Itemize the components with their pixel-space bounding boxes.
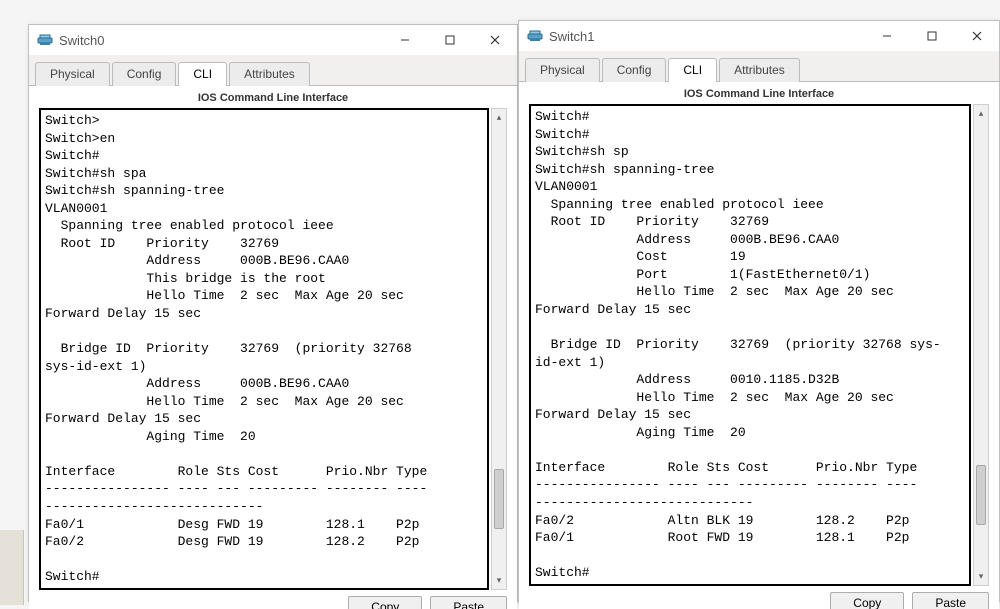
tabs-row: Physical Config CLI Attributes: [519, 51, 999, 82]
scroll-down-icon[interactable]: ▾: [974, 569, 988, 585]
maximize-button[interactable]: [909, 21, 954, 51]
titlebar[interactable]: Switch0: [29, 25, 517, 55]
scroll-thumb[interactable]: [976, 465, 986, 525]
maximize-button[interactable]: [427, 25, 472, 55]
tab-physical[interactable]: Physical: [35, 62, 110, 86]
window-switch0: Switch0 Physical Config CLI Attributes I…: [28, 24, 518, 602]
paste-button[interactable]: Paste: [912, 592, 989, 609]
scroll-up-icon[interactable]: ▴: [974, 105, 988, 121]
scroll-up-icon[interactable]: ▴: [492, 109, 506, 125]
terminal-scrollbar[interactable]: ▴ ▾: [973, 104, 989, 586]
cli-terminal[interactable]: Switch# Switch# Switch#sh sp Switch#sh s…: [529, 104, 971, 586]
tab-cli[interactable]: CLI: [178, 62, 227, 86]
close-button[interactable]: [472, 25, 517, 55]
tab-physical[interactable]: Physical: [525, 58, 600, 82]
minimize-button[interactable]: [864, 21, 909, 51]
scroll-thumb[interactable]: [494, 469, 504, 529]
minimize-button[interactable]: [382, 25, 427, 55]
tab-cli[interactable]: CLI: [668, 58, 717, 82]
cli-subtitle: IOS Command Line Interface: [29, 86, 517, 108]
cli-terminal[interactable]: Switch> Switch>en Switch# Switch#sh spa …: [39, 108, 489, 590]
window-switch1: Switch1 Physical Config CLI Attributes I…: [518, 20, 1000, 602]
tab-attributes[interactable]: Attributes: [229, 62, 310, 86]
tabs-row: Physical Config CLI Attributes: [29, 55, 517, 86]
copy-button[interactable]: Copy: [830, 592, 904, 609]
background-edge: [0, 530, 24, 605]
tab-attributes[interactable]: Attributes: [719, 58, 800, 82]
app-icon: [37, 32, 53, 48]
window-title: Switch1: [549, 29, 595, 44]
copy-button[interactable]: Copy: [348, 596, 422, 609]
paste-button[interactable]: Paste: [430, 596, 507, 609]
tab-config[interactable]: Config: [112, 62, 177, 86]
window-title: Switch0: [59, 33, 105, 48]
titlebar[interactable]: Switch1: [519, 21, 999, 51]
terminal-scrollbar[interactable]: ▴ ▾: [491, 108, 507, 590]
scroll-down-icon[interactable]: ▾: [492, 573, 506, 589]
app-icon: [527, 28, 543, 44]
close-button[interactable]: [954, 21, 999, 51]
cli-subtitle: IOS Command Line Interface: [519, 82, 999, 104]
tab-config[interactable]: Config: [602, 58, 667, 82]
